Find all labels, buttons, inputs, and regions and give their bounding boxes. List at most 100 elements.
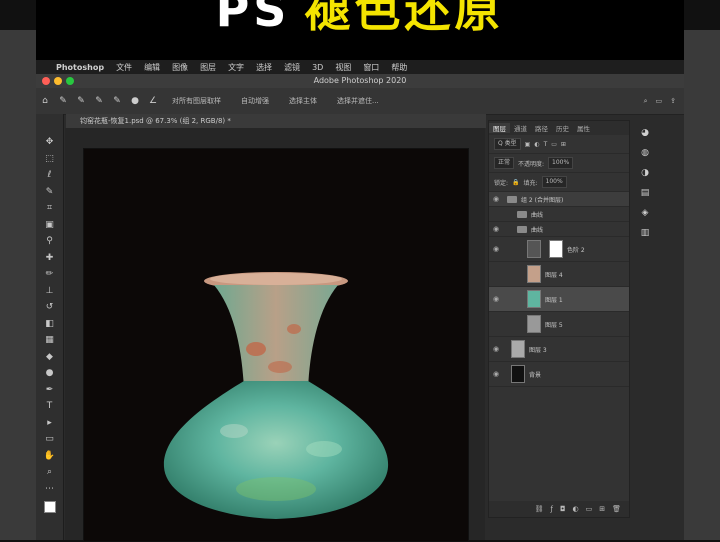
brush-size-icon[interactable]: ●: [126, 96, 144, 106]
visibility-eye-icon[interactable]: ◉: [489, 245, 503, 253]
menu-window[interactable]: 窗口: [363, 62, 379, 73]
gradient-tool-icon[interactable]: ▦: [42, 332, 58, 349]
sample-all-layers-checkbox[interactable]: 对所有图层取样: [172, 96, 221, 106]
subtract-selection-icon[interactable]: ✎: [108, 96, 126, 106]
menu-file[interactable]: 文件: [116, 62, 132, 73]
hand-tool-icon[interactable]: ✋: [42, 448, 58, 465]
more-tools-icon[interactable]: ⋯: [42, 481, 58, 498]
document-tab[interactable]: 钧窑花瓶-恢复1.psd @ 67.3% (组 2, RGB/8) *: [66, 114, 486, 128]
crop-tool-icon[interactable]: ⌗: [42, 200, 58, 217]
filter-adjust-icon[interactable]: ◐: [534, 141, 539, 148]
layer-curves-group-2[interactable]: ◉ 曲线: [489, 222, 629, 237]
properties-panel-icon[interactable]: ▥: [641, 228, 650, 238]
workspace-icon[interactable]: ▭: [656, 97, 663, 106]
folder-icon: [507, 195, 517, 203]
add-mask-icon[interactable]: ◘: [560, 505, 566, 513]
share-icon[interactable]: ⇪: [670, 97, 676, 106]
home-icon[interactable]: ⌂: [36, 96, 54, 106]
menu-help[interactable]: 帮助: [391, 62, 407, 73]
filter-smart-icon[interactable]: ⊞: [561, 141, 566, 148]
tab-channels[interactable]: 通道: [510, 123, 531, 133]
quick-select-tool-icon[interactable]: ✎: [42, 184, 58, 201]
brush-tool-icon[interactable]: ✏: [42, 266, 58, 283]
visibility-eye-icon[interactable]: ◉: [489, 370, 503, 378]
move-tool-icon[interactable]: ✥: [42, 134, 58, 151]
select-and-mask-button[interactable]: 选择并遮住...: [337, 96, 379, 106]
menu-filter[interactable]: 滤镜: [284, 62, 300, 73]
swatches-panel-icon[interactable]: ◍: [641, 148, 649, 158]
layers-panel-icon[interactable]: ◈: [642, 208, 649, 218]
fx-icon[interactable]: ƒ: [550, 505, 552, 513]
color-panel-icon[interactable]: ◕: [641, 128, 649, 138]
shape-tool-icon[interactable]: ▭: [42, 431, 58, 448]
blur-tool-icon[interactable]: ◆: [42, 349, 58, 366]
document-canvas[interactable]: [83, 148, 469, 542]
tab-paths[interactable]: 路径: [531, 123, 552, 133]
tab-layers[interactable]: 图层: [489, 123, 510, 133]
lasso-tool-icon[interactable]: ℓ: [42, 167, 58, 184]
filter-type-icon[interactable]: T: [544, 141, 548, 148]
fill-label: 填充:: [523, 179, 538, 187]
layer-group-2[interactable]: ◉ 组 2 (合并图层): [489, 192, 629, 207]
eyedropper-tool-icon[interactable]: ⚲: [42, 233, 58, 250]
close-button[interactable]: [42, 77, 50, 85]
new-layer-icon[interactable]: ⊞: [599, 505, 605, 513]
select-subject-button[interactable]: 选择主体: [289, 96, 317, 106]
layer-levels-2[interactable]: ◉ 色阶 2: [489, 237, 629, 262]
layer-1[interactable]: ◉ 图层 1: [489, 287, 629, 312]
auto-enhance-checkbox[interactable]: 自动增强: [241, 96, 269, 106]
menu-view[interactable]: 视图: [335, 62, 351, 73]
filter-shape-icon[interactable]: ▭: [551, 141, 557, 148]
menu-3d[interactable]: 3D: [312, 63, 323, 72]
quick-selection-icon[interactable]: ✎: [54, 96, 72, 106]
trash-icon[interactable]: 🗑: [612, 505, 621, 513]
new-selection-icon[interactable]: ✎: [72, 96, 90, 106]
layer-curves-group-1[interactable]: 曲线: [489, 207, 629, 222]
filter-pixel-icon[interactable]: ▣: [525, 141, 531, 148]
zoom-tool-icon[interactable]: ⌕: [42, 464, 58, 481]
history-brush-icon[interactable]: ↺: [42, 299, 58, 316]
layer-kind-filter[interactable]: Q 类型: [494, 138, 521, 150]
pen-tool-icon[interactable]: ✒: [42, 382, 58, 399]
layer-3[interactable]: ◉ 图层 3: [489, 337, 629, 362]
adjustments-panel-icon[interactable]: ◑: [641, 168, 649, 178]
menu-app-name[interactable]: Photoshop: [56, 63, 104, 72]
layer-thumbnail: [527, 265, 541, 283]
menu-layer[interactable]: 图层: [200, 62, 216, 73]
layer-background[interactable]: ◉ 背景: [489, 362, 629, 387]
marquee-tool-icon[interactable]: ⬚: [42, 151, 58, 168]
layer-4[interactable]: 图层 4: [489, 262, 629, 287]
fill-input[interactable]: 100%: [541, 176, 567, 188]
search-icon[interactable]: ⌕: [644, 97, 648, 106]
link-layers-icon[interactable]: ⛓: [535, 505, 544, 513]
adjustment-layer-icon[interactable]: ◐: [573, 505, 579, 513]
visibility-eye-icon[interactable]: ◉: [489, 225, 503, 233]
tab-history[interactable]: 历史: [552, 123, 573, 133]
menu-type[interactable]: 文字: [228, 62, 244, 73]
stamp-tool-icon[interactable]: ⊥: [42, 283, 58, 300]
visibility-eye-icon[interactable]: ◉: [489, 295, 503, 303]
dodge-tool-icon[interactable]: ●: [42, 365, 58, 382]
lock-icon[interactable]: 🔒: [512, 179, 519, 186]
add-selection-icon[interactable]: ✎: [90, 96, 108, 106]
type-tool-icon[interactable]: T: [42, 398, 58, 415]
tab-properties[interactable]: 属性: [573, 123, 594, 133]
brush-angle-icon[interactable]: ∠: [144, 96, 162, 106]
menu-edit[interactable]: 编辑: [144, 62, 160, 73]
healing-tool-icon[interactable]: ✚: [42, 250, 58, 267]
libraries-panel-icon[interactable]: ▤: [641, 188, 650, 198]
minimize-button[interactable]: [54, 77, 62, 85]
visibility-eye-icon[interactable]: ◉: [489, 345, 503, 353]
layer-5[interactable]: 图层 5: [489, 312, 629, 337]
visibility-eye-icon[interactable]: ◉: [489, 195, 503, 203]
foreground-color-swatch[interactable]: [43, 501, 56, 513]
new-group-icon[interactable]: ▭: [586, 505, 593, 513]
menu-select[interactable]: 选择: [256, 62, 272, 73]
path-select-tool-icon[interactable]: ▸: [42, 415, 58, 432]
zoom-button[interactable]: [66, 77, 74, 85]
opacity-input[interactable]: 100%: [548, 157, 574, 169]
eraser-tool-icon[interactable]: ◧: [42, 316, 58, 333]
blend-mode-select[interactable]: 正常: [494, 157, 515, 169]
frame-tool-icon[interactable]: ▣: [42, 217, 58, 234]
menu-image[interactable]: 图像: [172, 62, 188, 73]
